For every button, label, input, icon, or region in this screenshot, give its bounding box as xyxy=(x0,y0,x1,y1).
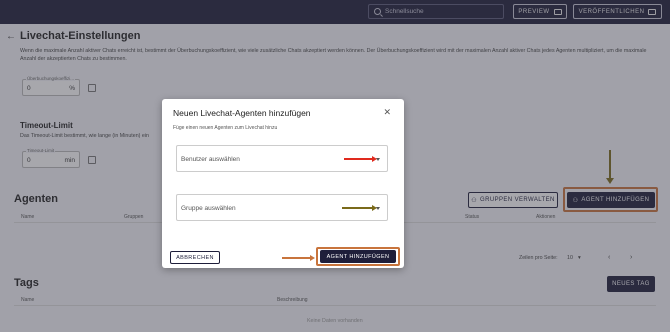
annotation-arrow xyxy=(342,205,377,210)
cancel-label: ABBRECHEN xyxy=(176,254,214,261)
user-select-placeholder: Benutzer auswählen xyxy=(181,156,240,163)
close-icon[interactable]: ✕ xyxy=(383,107,391,118)
annotation-arrow xyxy=(282,255,315,260)
group-select-placeholder: Gruppe auswählen xyxy=(181,205,236,212)
dialog-subtitle: Füge einen neuen Agenten zum Livechat hi… xyxy=(173,125,278,131)
submit-add-agent-button[interactable]: AGENT HINZUFÜGEN xyxy=(320,250,396,263)
submit-label: AGENT HINZUFÜGEN xyxy=(326,253,390,260)
cancel-button[interactable]: ABBRECHEN xyxy=(170,251,220,264)
add-agent-dialog: Neuen Livechat-Agenten hinzufügen ✕ Füge… xyxy=(162,99,404,268)
annotation-arrow xyxy=(344,156,377,161)
dialog-title: Neuen Livechat-Agenten hinzufügen xyxy=(173,108,311,118)
